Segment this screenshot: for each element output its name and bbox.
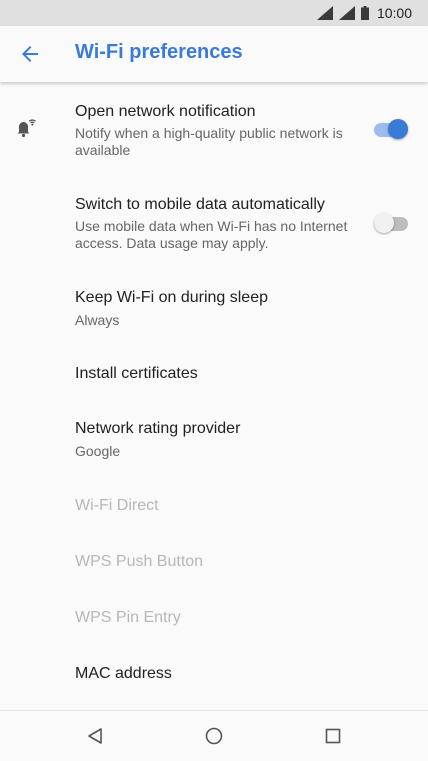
pref-summary: Notify when a high-quality public networ… (75, 125, 343, 158)
pref-mac-address: MAC address (0, 638, 428, 694)
status-time: 10:00 (376, 5, 412, 21)
status-bar: 10:00 (0, 0, 428, 26)
toggle-thumb (374, 213, 394, 233)
pref-title: Install certificates (75, 365, 198, 382)
pref-wps-pin-entry: WPS Pin Entry (0, 582, 428, 638)
wifi-signal-icon (316, 6, 333, 20)
pref-title: MAC address (75, 665, 172, 682)
notification-bell-wifi-icon (17, 119, 36, 138)
switch-mobile-data-toggle[interactable] (374, 213, 408, 233)
pref-title: Wi-Fi Direct (75, 497, 159, 514)
pref-network-rating-provider[interactable]: Network rating provider Google (0, 398, 428, 470)
pref-summary: Use mobile data when Wi-Fi has no Intern… (75, 218, 348, 251)
back-arrow-icon[interactable] (18, 42, 42, 66)
app-bar: Wi-Fi preferences (0, 26, 428, 82)
pref-wps-push-button: WPS Push Button (0, 526, 428, 582)
pref-wifi-direct: Wi-Fi Direct (0, 470, 428, 526)
toggle-thumb (388, 119, 408, 139)
pref-title: Keep Wi-Fi on during sleep (75, 289, 268, 306)
pref-summary: Always (75, 312, 120, 328)
pref-title: Network rating provider (75, 420, 241, 437)
back-triangle-icon[interactable] (84, 725, 106, 747)
pref-switch-mobile-data[interactable]: Switch to mobile data automatically Use … (0, 176, 428, 270)
cell-signal-icon (338, 6, 355, 20)
pref-keep-wifi-on-during-sleep[interactable]: Keep Wi-Fi on during sleep Always (0, 270, 428, 342)
recents-square-icon[interactable] (322, 725, 344, 747)
pref-title: WPS Push Button (75, 553, 204, 570)
home-circle-icon[interactable] (203, 725, 225, 747)
pref-install-certificates[interactable]: Install certificates (0, 342, 428, 398)
open-network-notification-toggle[interactable] (374, 119, 408, 139)
page-title: Wi-Fi preferences (75, 41, 243, 63)
pref-title: Open network notification (75, 103, 256, 120)
pref-title: Switch to mobile data automatically (75, 196, 325, 213)
pref-open-network-notification[interactable]: Open network notification Notify when a … (0, 82, 428, 176)
navigation-bar (0, 710, 428, 761)
battery-icon (360, 6, 369, 20)
pref-summary: Google (75, 443, 121, 459)
status-icons: 10:00 (316, 4, 412, 22)
pref-title: WPS Pin Entry (75, 609, 181, 626)
